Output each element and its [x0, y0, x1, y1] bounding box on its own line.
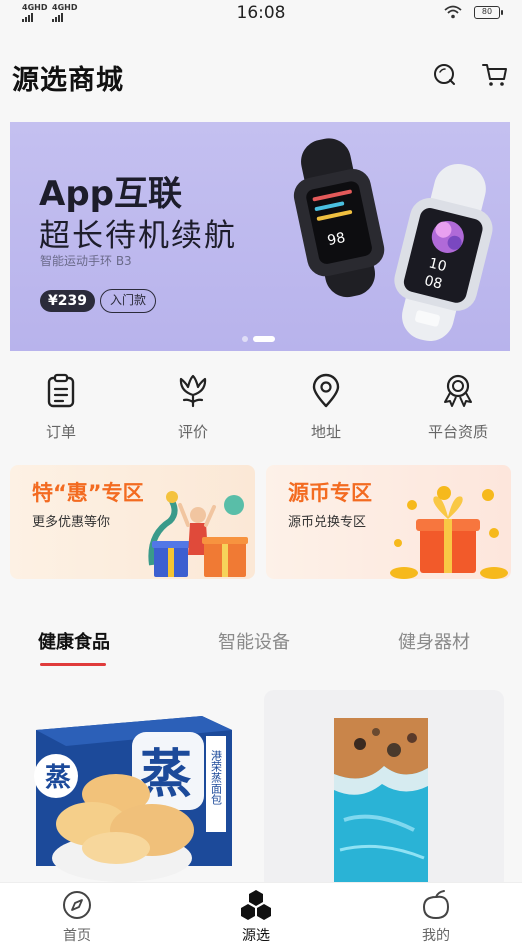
quick-nav-qualifications[interactable]: 平台资质: [393, 365, 522, 442]
quick-nav-reviews[interactable]: 评价: [128, 365, 258, 442]
promo-subtitle: 更多优惠等你: [32, 515, 111, 530]
banner-price-badge: ¥239: [40, 290, 95, 312]
tab-smart-devices[interactable]: 智能设备: [218, 628, 290, 654]
peach-icon: [422, 890, 450, 920]
quick-nav-label: 评价: [177, 423, 208, 441]
promo-banner[interactable]: App互联 超长待机续航 智能运动手环 B3 ¥239 入门款 98 10 08: [10, 122, 510, 351]
banner-subtitle: 智能运动手环 B3: [40, 254, 132, 268]
tab-health-food[interactable]: 健康食品: [38, 628, 110, 654]
resin-art-tray-image: [334, 718, 428, 890]
package-text: 港荣蒸面包: [210, 750, 223, 805]
active-tab-indicator: [40, 663, 106, 666]
banner-title-line1: App互联: [39, 174, 182, 214]
quick-nav-label: 订单: [45, 423, 76, 441]
quick-nav-label: 平台资质: [427, 423, 488, 441]
compass-icon: [63, 891, 91, 919]
award-ribbon-icon: [444, 374, 472, 407]
banner-dot[interactable]: [242, 336, 248, 342]
product-card[interactable]: 蒸 蒸 港荣蒸面包: [12, 690, 252, 890]
banner-dot-active[interactable]: [253, 336, 275, 342]
gift-boxes-illustration: [148, 491, 248, 577]
bread-package-image: 蒸 蒸 港荣蒸面包: [34, 716, 232, 882]
promo-title: 特“惠”专区: [32, 481, 144, 505]
nav-label: 我的: [422, 928, 450, 944]
flower-icon: [179, 374, 207, 408]
wifi-icon: [444, 5, 462, 19]
promo-title: 源币专区: [288, 481, 372, 505]
clipboard-icon: [47, 373, 75, 408]
nav-label: 首页: [63, 928, 91, 944]
banner-title-line2: 超长待机续航: [39, 218, 237, 254]
quick-nav-address[interactable]: 地址: [261, 365, 391, 442]
nav-mine[interactable]: 我的: [386, 889, 486, 945]
header: 源选商城: [12, 50, 510, 106]
nav-home[interactable]: 首页: [27, 889, 127, 945]
promo-card-discount[interactable]: 特“惠”专区 更多优惠等你: [10, 465, 255, 579]
hexagon-cluster-icon: [241, 890, 271, 920]
bottom-nav: 首页 源选 我的: [0, 882, 522, 948]
product-card[interactable]: [264, 690, 504, 890]
tab-fitness-equipment[interactable]: 健身器材: [398, 628, 470, 654]
page-title: 源选商城: [12, 65, 124, 96]
quick-nav: 订单 评价 地址 平台资质: [0, 365, 522, 455]
cart-icon[interactable]: [480, 60, 510, 90]
banner-tag: 入门款: [100, 289, 157, 313]
battery-indicator: 80: [474, 6, 503, 19]
coin-gift-illustration: [390, 486, 508, 579]
search-icon[interactable]: [430, 60, 460, 90]
quick-nav-label: 地址: [310, 423, 341, 441]
banner-pagination: [242, 336, 275, 342]
promo-subtitle: 源币兑换专区: [288, 515, 367, 530]
nav-yuanxuan[interactable]: 源选: [206, 889, 306, 945]
svg-text:蒸: 蒸: [45, 763, 71, 793]
category-tabs: 健康食品 智能设备 健身器材: [0, 620, 522, 670]
status-bar: 4GHD 4GHD 16:08 80: [0, 0, 522, 28]
smart-band-image: 98 10 08: [293, 138, 493, 342]
quick-nav-orders[interactable]: 订单: [0, 365, 126, 442]
nav-label: 源选: [242, 928, 270, 944]
location-pin-icon: [312, 373, 340, 408]
promo-card-coins[interactable]: 源币专区 源币兑换专区: [266, 465, 511, 579]
